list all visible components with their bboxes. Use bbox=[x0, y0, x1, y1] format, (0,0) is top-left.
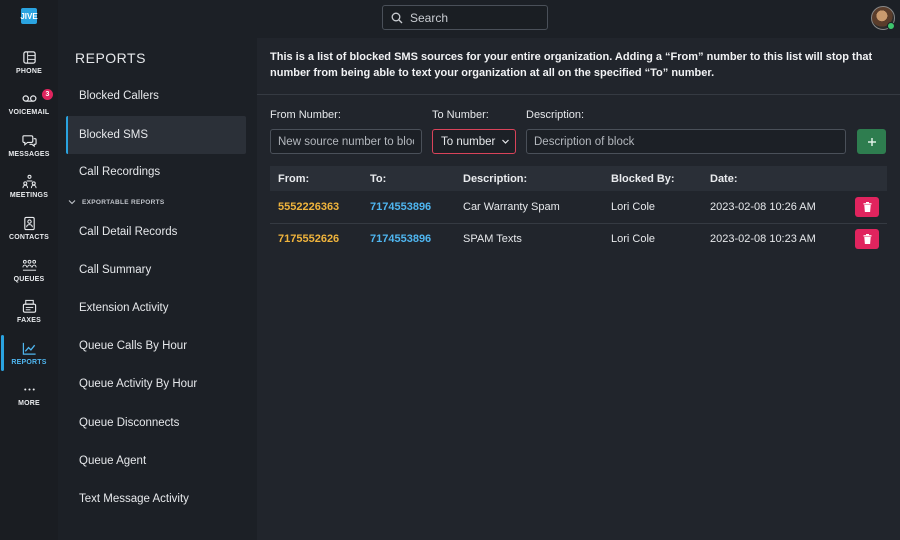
column-header-description: Description: bbox=[463, 173, 528, 185]
add-block-button[interactable] bbox=[857, 129, 886, 154]
nav-voicemail[interactable]: VOICEMAIL 3 bbox=[0, 83, 58, 123]
nav-phone[interactable]: PHONE bbox=[0, 42, 58, 82]
nav-messages-label: MESSAGES bbox=[8, 150, 50, 158]
column-header-date: Date: bbox=[710, 173, 738, 185]
column-header-to: To: bbox=[370, 173, 387, 185]
description-input[interactable] bbox=[526, 129, 846, 154]
search-placeholder: Search bbox=[410, 10, 449, 25]
delete-block-button[interactable] bbox=[855, 197, 879, 217]
date-cell: 2023-02-08 10:23 AM bbox=[710, 233, 816, 245]
from-number-input[interactable] bbox=[270, 129, 422, 154]
blocked-by-cell: Lori Cole bbox=[611, 233, 656, 245]
nav-more-label: MORE bbox=[18, 399, 40, 407]
nav-messages[interactable]: MESSAGES bbox=[0, 125, 58, 165]
nav-more[interactable]: MORE bbox=[0, 374, 58, 414]
sidebar-item-extension-activity[interactable]: Extension Activity bbox=[66, 289, 246, 327]
sidebar-item-call-recordings[interactable]: Call Recordings bbox=[66, 153, 246, 191]
to-number-cell: 7174553896 bbox=[370, 201, 432, 213]
table-header: From: To: Description: Blocked By: Date: bbox=[270, 166, 887, 191]
sidebar-item-blocked-sms[interactable]: Blocked SMS bbox=[66, 116, 246, 154]
sidebar-item-call-detail-records[interactable]: Call Detail Records bbox=[66, 213, 246, 251]
phone-grid-icon bbox=[22, 50, 36, 64]
nav-voicemail-label: VOICEMAIL bbox=[8, 108, 50, 116]
voicemail-count-badge: 3 bbox=[42, 89, 53, 100]
main-content: This is a list of blocked SMS sources fo… bbox=[257, 38, 900, 540]
nav-reports[interactable]: REPORTS bbox=[0, 333, 58, 373]
sidebar-item-queue-calls-by-hour[interactable]: Queue Calls By Hour bbox=[66, 327, 246, 365]
to-number-cell: 7174553896 bbox=[370, 233, 432, 245]
table-row: 7175552626 7174553896 SPAM Texts Lori Co… bbox=[270, 223, 887, 254]
app-logo: JIVE bbox=[20, 8, 38, 24]
sidebar-item-queue-agent[interactable]: Queue Agent bbox=[66, 442, 246, 480]
nav-contacts-label: CONTACTS bbox=[9, 233, 49, 241]
table-row: 5552226363 7174553896 Car Warranty Spam … bbox=[270, 192, 887, 223]
trash-icon bbox=[863, 234, 871, 244]
sidebar-item-queue-activity-by-hour[interactable]: Queue Activity By Hour bbox=[66, 365, 246, 403]
nav-meetings-label: MEETINGS bbox=[9, 191, 49, 199]
more-dots-icon bbox=[23, 387, 35, 391]
sidebar-title: REPORTS bbox=[75, 50, 146, 66]
queues-people-icon bbox=[21, 259, 37, 271]
exportable-reports-toggle[interactable]: EXPORTABLE REPORTS bbox=[68, 198, 165, 206]
column-header-blocked-by: Blocked By: bbox=[611, 173, 675, 185]
nav-queues[interactable]: QUEUES bbox=[0, 250, 58, 290]
sidebar-item-blocked-callers[interactable]: Blocked Callers bbox=[66, 77, 246, 115]
sidebar-item-text-message-activity[interactable]: Text Message Activity bbox=[66, 480, 246, 518]
chat-bubbles-icon bbox=[21, 134, 37, 147]
from-number-cell: 7175552626 bbox=[278, 233, 340, 245]
reports-chart-icon bbox=[22, 342, 36, 355]
nav-phone-label: PHONE bbox=[16, 67, 42, 75]
trash-icon bbox=[863, 202, 871, 212]
app-nav-rail: JIVE PHONE VOICEMAIL 3 MESSAGES MEETINGS… bbox=[0, 0, 58, 540]
contacts-card-icon bbox=[23, 216, 35, 230]
page-description: This is a list of blocked SMS sources fo… bbox=[270, 51, 873, 79]
fax-machine-icon bbox=[22, 299, 36, 313]
search-box[interactable]: Search bbox=[382, 5, 548, 30]
from-number-cell: 5552226363 bbox=[278, 201, 340, 213]
nav-contacts[interactable]: CONTACTS bbox=[0, 208, 58, 248]
to-number-label: To Number: bbox=[432, 109, 489, 121]
nav-meetings[interactable]: MEETINGS bbox=[0, 166, 58, 206]
exportable-reports-label: EXPORTABLE REPORTS bbox=[82, 198, 165, 206]
nav-queues-label: QUEUES bbox=[13, 275, 45, 283]
date-cell: 2023-02-08 10:26 AM bbox=[710, 201, 816, 213]
column-header-from: From: bbox=[278, 173, 310, 185]
nav-faxes-label: FAXES bbox=[17, 316, 41, 324]
presence-status-dot bbox=[887, 22, 895, 30]
search-icon bbox=[391, 12, 403, 23]
chevron-down-icon bbox=[502, 139, 510, 144]
to-number-selected-value: To number bbox=[441, 135, 496, 148]
description-cell: Car Warranty Spam bbox=[463, 201, 560, 213]
reports-sidebar: REPORTS Blocked Callers Blocked SMS Call… bbox=[58, 38, 257, 540]
nav-reports-label: REPORTS bbox=[11, 358, 47, 366]
sidebar-item-queue-disconnects[interactable]: Queue Disconnects bbox=[66, 404, 246, 442]
description-cell: SPAM Texts bbox=[463, 233, 522, 245]
meetings-people-icon bbox=[21, 174, 37, 188]
sidebar-item-call-summary[interactable]: Call Summary bbox=[66, 251, 246, 289]
from-number-label: From Number: bbox=[270, 109, 341, 121]
delete-block-button[interactable] bbox=[855, 229, 879, 249]
section-divider bbox=[257, 94, 900, 95]
description-label: Description: bbox=[526, 109, 585, 121]
chevron-down-icon bbox=[68, 200, 76, 205]
plus-icon bbox=[867, 137, 876, 146]
to-number-select[interactable]: To number bbox=[432, 129, 516, 154]
voicemail-icon bbox=[22, 94, 36, 102]
blocked-by-cell: Lori Cole bbox=[611, 201, 656, 213]
top-bar: Search bbox=[0, 0, 900, 38]
nav-faxes[interactable]: FAXES bbox=[0, 291, 58, 331]
